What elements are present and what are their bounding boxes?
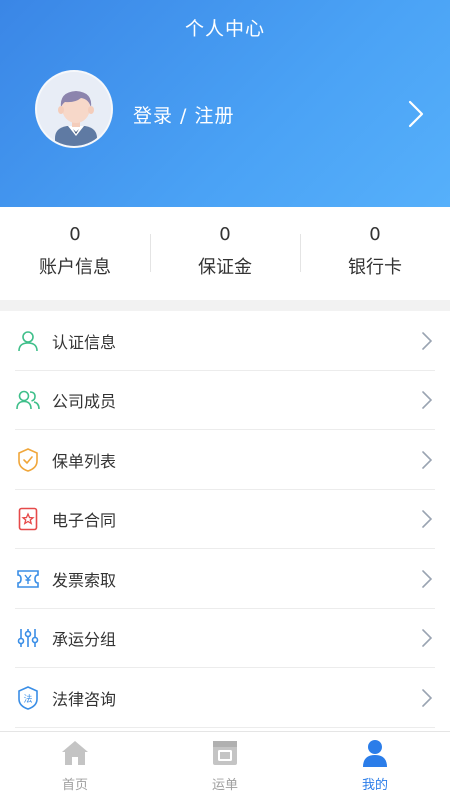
menu-item-label: 电子合同 bbox=[52, 511, 117, 531]
invoice-icon bbox=[16, 567, 40, 591]
tab-label: 运单 bbox=[211, 778, 238, 793]
menu-item-company-members[interactable]: 公司成员 bbox=[0, 371, 450, 431]
stat-value: 0 bbox=[219, 224, 231, 245]
chevron-right-icon bbox=[422, 688, 432, 707]
contract-icon bbox=[16, 507, 40, 531]
avatar-illustration-icon bbox=[37, 72, 111, 146]
menu-item-label: 保单列表 bbox=[52, 451, 117, 471]
chevron-right-icon[interactable] bbox=[408, 100, 424, 128]
sliders-icon bbox=[16, 626, 40, 650]
stat-account-info[interactable]: 0 账户信息 bbox=[0, 207, 150, 300]
home-icon bbox=[62, 741, 88, 765]
menu-item-carrier-group[interactable]: 承运分组 bbox=[0, 609, 450, 669]
stat-deposit[interactable]: 0 保证金 bbox=[150, 207, 300, 300]
bottom-tab-bar: 首页 运单 我的 bbox=[0, 731, 450, 800]
chevron-right-icon bbox=[422, 331, 432, 350]
menu-item-certification[interactable]: 认证信息 bbox=[0, 311, 450, 371]
menu-item-label: 认证信息 bbox=[52, 332, 117, 352]
tab-mine[interactable]: 我的 bbox=[300, 732, 450, 800]
chevron-right-icon bbox=[422, 450, 432, 469]
shield-check-icon bbox=[16, 447, 40, 472]
chevron-right-icon bbox=[422, 510, 432, 529]
menu-item-label: 发票索取 bbox=[52, 570, 117, 590]
menu-item-invoice-request[interactable]: 发票索取 bbox=[0, 549, 450, 609]
menu-list: 认证信息 公司成员 保单列表 电子合同 发票索取 承运分组 法 法律咨询 bbox=[0, 311, 450, 731]
profile-header: 个人中心 登录 / 注册 bbox=[0, 0, 450, 207]
stat-value: 0 bbox=[69, 224, 81, 245]
user-icon bbox=[363, 740, 387, 767]
chevron-right-icon bbox=[422, 629, 432, 648]
law-icon: 法 bbox=[16, 685, 40, 710]
svg-text:法: 法 bbox=[23, 693, 32, 705]
stat-label: 账户信息 bbox=[39, 257, 111, 278]
menu-item-e-contract[interactable]: 电子合同 bbox=[0, 490, 450, 550]
person-icon bbox=[16, 329, 40, 353]
stat-label: 保证金 bbox=[198, 257, 252, 278]
tab-label: 首页 bbox=[61, 778, 88, 793]
avatar[interactable] bbox=[35, 70, 113, 148]
page-title: 个人中心 bbox=[184, 18, 265, 40]
menu-item-label: 法律咨询 bbox=[52, 689, 117, 709]
stat-label: 银行卡 bbox=[348, 257, 402, 278]
menu-item-label: 公司成员 bbox=[52, 392, 117, 412]
tab-waybill[interactable]: 运单 bbox=[150, 732, 300, 800]
menu-item-label: 承运分组 bbox=[52, 630, 117, 650]
chevron-right-icon bbox=[422, 569, 432, 588]
stat-value: 0 bbox=[369, 224, 381, 245]
stat-bank-card[interactable]: 0 银行卡 bbox=[300, 207, 450, 300]
chevron-right-icon bbox=[422, 391, 432, 410]
tab-label: 我的 bbox=[361, 778, 388, 793]
tab-home[interactable]: 首页 bbox=[0, 732, 150, 800]
account-stats: 0 账户信息 0 保证金 0 银行卡 bbox=[0, 207, 450, 300]
login-register-link[interactable]: 登录 / 注册 bbox=[133, 101, 234, 128]
menu-item-legal-consult[interactable]: 法 法律咨询 bbox=[0, 668, 450, 728]
members-icon bbox=[16, 388, 40, 412]
menu-item-policy-list[interactable]: 保单列表 bbox=[0, 430, 450, 490]
waybill-icon bbox=[213, 741, 237, 765]
